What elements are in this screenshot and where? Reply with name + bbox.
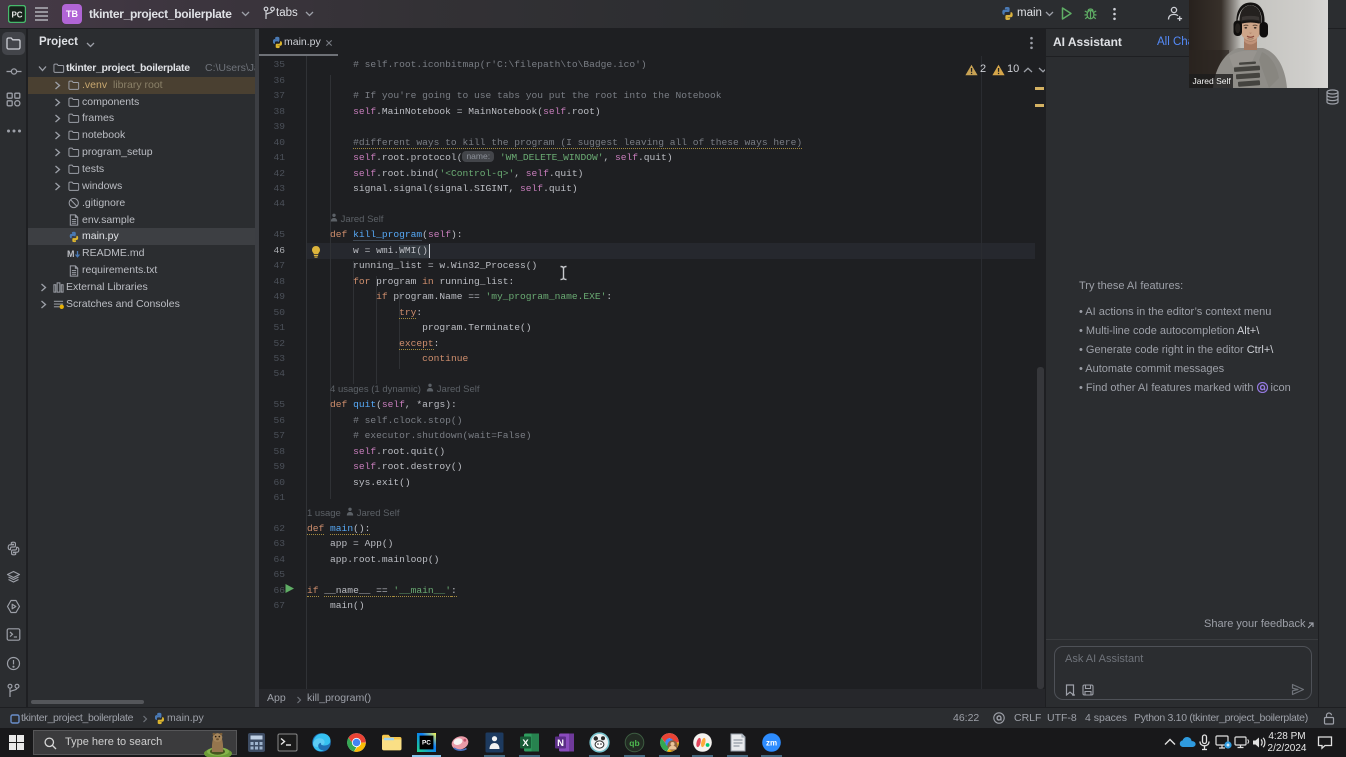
svg-text:N: N (557, 738, 564, 749)
svg-text:qb: qb (629, 738, 639, 748)
svg-text:zm: zm (766, 739, 777, 748)
svg-text:PC: PC (422, 740, 431, 747)
svg-text:PC: PC (11, 11, 22, 20)
svg-text:Jared Self: Jared Self (1193, 76, 1232, 86)
svg-text:X: X (522, 738, 529, 749)
